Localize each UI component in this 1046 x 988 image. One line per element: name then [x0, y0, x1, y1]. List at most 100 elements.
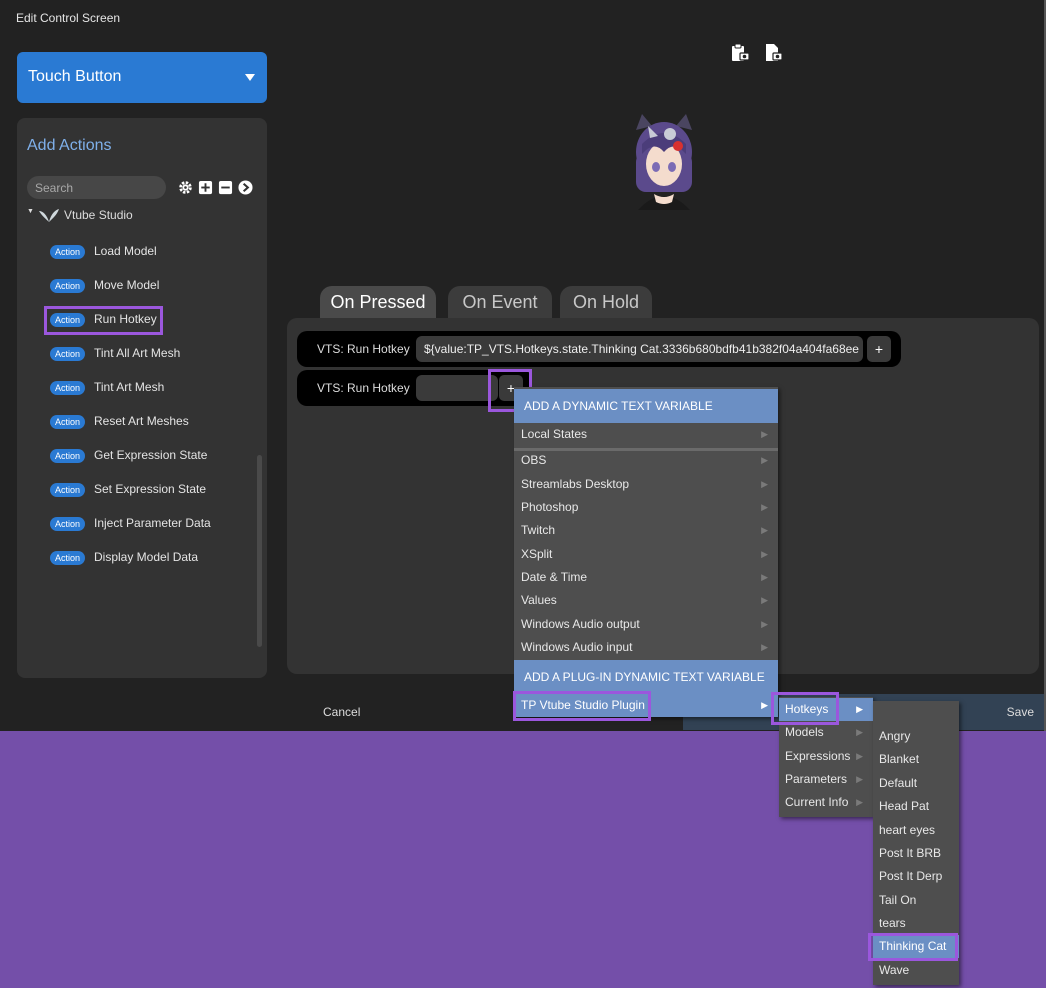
vtube-studio-logo-icon: [39, 209, 59, 222]
action-load-model[interactable]: Action Load Model: [50, 242, 250, 276]
menu-item-expressions[interactable]: Expressions ▶: [779, 745, 873, 768]
action-label: Get Expression State: [94, 448, 208, 462]
menu-item-label: Expressions: [785, 749, 851, 763]
menu-item-date-time[interactable]: Date & Time ▶: [514, 566, 778, 589]
action-move-model[interactable]: Action Move Model: [50, 276, 250, 310]
menu-item-hotkey-selected[interactable]: Thinking Cat: [873, 935, 959, 958]
action-badge: Action: [50, 517, 86, 531]
group-label: Vtube Studio: [64, 208, 133, 222]
menu-item-tp-vtube-studio-plugin[interactable]: TP Vtube Studio Plugin ▶: [514, 694, 778, 717]
action-label: Move Model: [94, 278, 160, 292]
expand-all-icon[interactable]: [198, 180, 213, 195]
chevron-down-icon: [245, 74, 255, 81]
paste-screenshot-icon[interactable]: [731, 43, 749, 63]
control-type-label: Touch Button: [28, 68, 122, 85]
add-actions-panel: Add Actions ▼ Vtube Studio: [17, 118, 267, 678]
menu-item-hotkey[interactable]: tears: [873, 912, 959, 935]
action-badge: Action: [50, 415, 86, 429]
menu-item-label: Hotkeys: [785, 702, 829, 716]
arrow-right-circle-icon[interactable]: [238, 180, 253, 195]
action-badge: Action: [50, 483, 86, 497]
menu-item-label: Windows Audio input: [521, 640, 633, 654]
menu-item-windows-audio-output[interactable]: Windows Audio output ▶: [514, 613, 778, 636]
action-badge: Action: [50, 313, 86, 327]
action-list: Action Load Model Action Move Model Acti…: [50, 242, 250, 582]
menu-header-dynamic-variable: ADD A DYNAMIC TEXT VARIABLE: [514, 389, 778, 423]
plugin-submenu: Hotkeys ▶ Models ▶ Expressions ▶ Parameters…: [779, 697, 873, 817]
menu-item-windows-audio-input[interactable]: Windows Audio input ▶: [514, 636, 778, 659]
action-label: Inject Parameter Data: [94, 516, 211, 530]
menu-item-label: Values: [521, 593, 557, 607]
menu-item-label: Parameters: [785, 772, 848, 786]
action-row[interactable]: VTS: Run Hotkey +: [297, 370, 532, 406]
action-run-hotkey[interactable]: Action Run Hotkey: [50, 310, 250, 344]
cancel-button[interactable]: Cancel: [323, 705, 360, 719]
action-tint-all-art-mesh[interactable]: Action Tint All Art Mesh: [50, 344, 250, 378]
menu-item-hotkey[interactable]: Angry: [873, 725, 959, 748]
menu-item-hotkey[interactable]: Default: [873, 772, 959, 795]
menu-item-parameters[interactable]: Parameters ▶: [779, 768, 873, 791]
action-badge: Action: [50, 347, 86, 361]
chevron-right-icon: ▶: [761, 700, 768, 710]
action-display-model-data[interactable]: Action Display Model Data: [50, 548, 250, 582]
action-get-expression-state[interactable]: Action Get Expression State: [50, 446, 250, 480]
action-badge: Action: [50, 381, 86, 395]
menu-item-xsplit[interactable]: XSplit ▶: [514, 543, 778, 566]
actions-panel-title: Add Actions: [27, 137, 112, 154]
menu-item-obs[interactable]: OBS ▶: [514, 449, 778, 472]
action-label: Tint Art Mesh: [94, 380, 165, 394]
menu-item-current-info[interactable]: Current Info ▶: [779, 791, 873, 814]
action-inject-parameter-data[interactable]: Action Inject Parameter Data: [50, 514, 250, 548]
action-reset-art-meshes[interactable]: Action Reset Art Meshes: [50, 412, 250, 446]
gear-icon[interactable]: [178, 180, 193, 195]
menu-item-hotkeys[interactable]: Hotkeys ▶: [779, 698, 873, 721]
chevron-right-icon: ▶: [856, 727, 863, 737]
menu-item-values[interactable]: Values ▶: [514, 589, 778, 612]
action-badge: Action: [50, 449, 86, 463]
hotkeys-submenu: Angry Blanket Default Head Pat heart eye…: [873, 701, 959, 985]
search-input[interactable]: [27, 176, 166, 199]
tab-on-hold[interactable]: On Hold: [560, 286, 652, 320]
action-row[interactable]: VTS: Run Hotkey ${value:TP_VTS.Hotkeys.s…: [297, 331, 901, 367]
menu-item-local-states[interactable]: Local States ▶: [514, 423, 778, 446]
triangle-down-icon: ▼: [27, 208, 34, 215]
menu-item-hotkey[interactable]: Blanket: [873, 748, 959, 771]
action-badge: Action: [50, 551, 86, 565]
menu-item-hotkey[interactable]: Head Pat: [873, 795, 959, 818]
action-label: Reset Art Meshes: [94, 414, 189, 428]
chevron-right-icon: ▶: [761, 455, 768, 465]
hotkey-value-field[interactable]: [416, 375, 498, 401]
add-variable-button[interactable]: +: [867, 336, 891, 362]
control-type-dropdown[interactable]: Touch Button: [17, 52, 267, 103]
vtube-studio-group[interactable]: ▼ Vtube Studio: [27, 206, 227, 226]
action-set-expression-state[interactable]: Action Set Expression State: [50, 480, 250, 514]
menu-item-hotkey[interactable]: Wave: [873, 959, 959, 982]
action-badge: Action: [50, 279, 86, 293]
menu-item-hotkey[interactable]: Post It BRB: [873, 842, 959, 865]
save-button[interactable]: Save: [1007, 705, 1034, 719]
menu-item-photoshop[interactable]: Photoshop ▶: [514, 496, 778, 519]
chevron-right-icon: ▶: [761, 619, 768, 629]
menu-item-hotkey[interactable]: Tail On: [873, 889, 959, 912]
tab-on-event[interactable]: On Event: [448, 286, 552, 320]
button-preview-avatar: [636, 114, 692, 210]
file-screenshot-icon[interactable]: [764, 43, 782, 63]
menu-item-twitch[interactable]: Twitch ▶: [514, 519, 778, 542]
menu-item-hotkey[interactable]: Post It Derp: [873, 865, 959, 888]
tab-on-pressed[interactable]: On Pressed: [320, 286, 436, 320]
collapse-all-icon[interactable]: [218, 180, 233, 195]
hotkey-value-field[interactable]: ${value:TP_VTS.Hotkeys.state.Thinking Ca…: [416, 336, 863, 362]
menu-item-hotkey[interactable]: heart eyes: [873, 819, 959, 842]
action-label: Run Hotkey: [94, 312, 157, 326]
action-label: Load Model: [94, 244, 157, 258]
menu-item-models[interactable]: Models ▶: [779, 721, 873, 744]
chevron-right-icon: ▶: [761, 549, 768, 559]
menu-item-label: Date & Time: [521, 570, 588, 584]
menu-item-streamlabs-desktop[interactable]: Streamlabs Desktop ▶: [514, 473, 778, 496]
menu-item-label: TP Vtube Studio Plugin: [521, 698, 645, 712]
menu-item-label: Streamlabs Desktop: [521, 477, 630, 491]
action-tint-art-mesh[interactable]: Action Tint Art Mesh: [50, 378, 250, 412]
chevron-right-icon: ▶: [761, 572, 768, 582]
panel-scrollbar[interactable]: [257, 455, 262, 647]
menu-item-label: Photoshop: [521, 500, 579, 514]
